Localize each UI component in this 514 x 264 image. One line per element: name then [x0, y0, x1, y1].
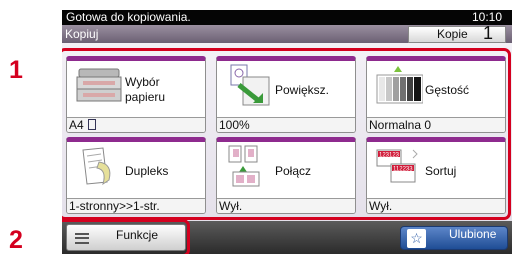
status-message: Gotowa do kopiowania. — [66, 10, 191, 24]
title-bar: Kopiuj Kopie 1 — [62, 23, 512, 43]
settings-panel: Wybór papieru A4 Powiększ. 100% Gęstość … — [62, 43, 512, 221]
copies-label: Kopie — [437, 27, 468, 41]
favorites-button[interactable]: ☆ Ulubione — [400, 226, 508, 250]
copy-screen: Gotowa do kopiowania. 10:10 Kopiuj Kopie… — [62, 10, 512, 254]
callout-2-frame — [62, 219, 190, 254]
star-icon: ☆ — [407, 229, 426, 248]
bottom-bar: Funkcje ☆ Ulubione — [62, 219, 512, 254]
favorites-label: Ulubione — [449, 227, 497, 241]
copies-value: 1 — [483, 23, 494, 43]
status-bar: Gotowa do kopiowania. 10:10 — [62, 10, 512, 25]
copies-field[interactable]: Kopie 1 — [408, 23, 506, 43]
page-title: Kopiuj — [65, 27, 99, 41]
callout-1-frame — [62, 48, 511, 220]
callout-1: 1 — [9, 56, 23, 84]
callout-2: 2 — [9, 226, 23, 254]
